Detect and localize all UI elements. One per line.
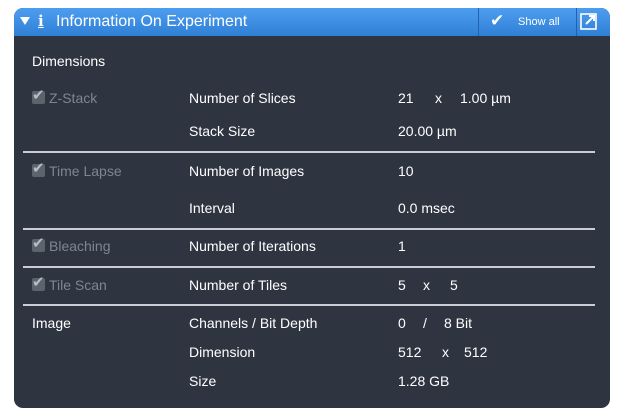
bleaching-checkbox[interactable]: ✔ Bleaching	[32, 235, 152, 254]
dimension-label: Dimension	[189, 344, 256, 360]
panel-header[interactable]: i Information On Experiment ✔ Show all	[14, 8, 610, 36]
times-sign: x	[435, 90, 442, 106]
time-lapse-checkbox[interactable]: ✔ Time Lapse	[32, 160, 162, 179]
stack-size-value: 20.00 µm	[398, 123, 457, 139]
number-of-slices-count: 21	[398, 90, 414, 106]
image-section-label: Image	[32, 315, 71, 331]
dimensions-section-label: Dimensions	[32, 53, 106, 69]
show-all-label: Show all	[518, 16, 560, 28]
size-label: Size	[189, 373, 217, 389]
channels-value: 0	[398, 315, 406, 331]
section-divider	[23, 151, 595, 153]
checkmark-icon: ✔	[32, 87, 45, 104]
time-lapse-label: Time Lapse	[49, 163, 122, 179]
interval-label: Interval	[189, 200, 235, 216]
section-divider	[23, 228, 595, 230]
checkmark-icon: ✔	[32, 235, 45, 252]
z-stack-label: Z-Stack	[49, 90, 98, 106]
panel-title: Information On Experiment	[56, 13, 248, 30]
section-divider	[23, 266, 595, 268]
number-of-iterations-value: 1	[398, 238, 406, 254]
times-sign: x	[442, 344, 449, 360]
tile-scan-checkbox[interactable]: ✔ Tile Scan	[32, 274, 152, 293]
dimension-width-value: 512	[398, 344, 422, 360]
times-sign: x	[423, 277, 430, 293]
tiles-x-value: 5	[398, 277, 406, 293]
interval-value: 0.0 msec	[398, 200, 455, 216]
collapse-arrow-icon[interactable]	[20, 17, 30, 25]
z-stack-checkbox[interactable]: ✔ Z-Stack	[32, 87, 152, 106]
information-on-experiment-panel: i Information On Experiment ✔ Show all D…	[14, 8, 610, 408]
show-all-toggle[interactable]: ✔ Show all	[478, 8, 576, 36]
tiles-y-value: 5	[450, 277, 458, 293]
slice-interval-value: 1.00 µm	[460, 90, 511, 106]
number-of-iterations-label: Number of Iterations	[189, 238, 316, 254]
slash-separator: /	[423, 315, 427, 331]
dimension-height-value: 512	[464, 344, 488, 360]
number-of-tiles-label: Number of Tiles	[189, 277, 288, 293]
info-icon: i	[38, 12, 44, 30]
checkmark-icon: ✔	[490, 11, 505, 30]
bleaching-label: Bleaching	[49, 238, 111, 254]
checkmark-icon: ✔	[32, 160, 45, 177]
section-divider	[23, 304, 595, 306]
checkmark-icon: ✔	[32, 274, 45, 291]
popout-icon[interactable]	[580, 13, 597, 30]
bit-depth-value: 8 Bit	[444, 315, 473, 331]
number-of-images-value: 10	[398, 163, 414, 179]
number-of-images-label: Number of Images	[189, 163, 305, 179]
channels-bit-depth-label: Channels / Bit Depth	[189, 315, 318, 331]
size-value: 1.28 GB	[398, 373, 450, 389]
header-divider	[576, 8, 577, 36]
number-of-slices-label: Number of Slices	[189, 90, 296, 106]
stack-size-label: Stack Size	[189, 123, 256, 139]
tile-scan-label: Tile Scan	[49, 277, 107, 293]
